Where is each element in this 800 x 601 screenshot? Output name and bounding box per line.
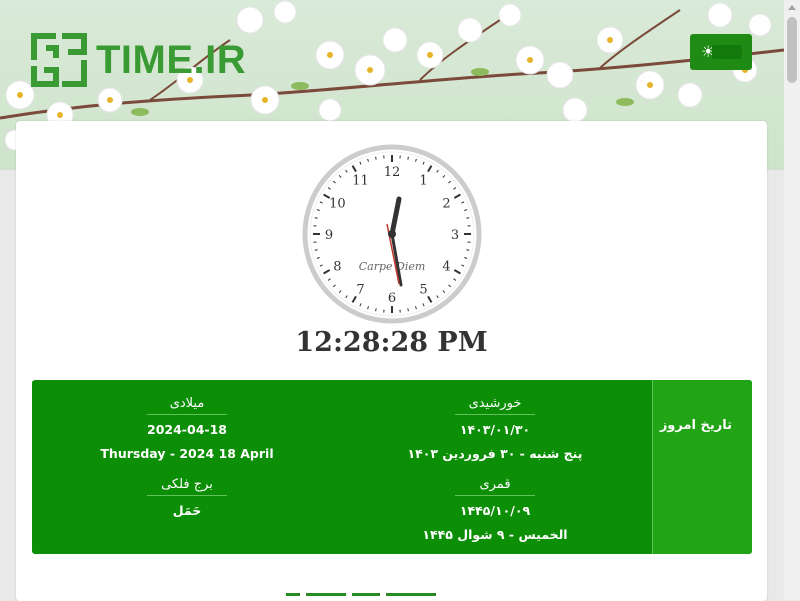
minute-tick [408,308,409,311]
gregorian-numeric: 2024-04-18 [87,422,287,437]
minute-tick [315,250,318,251]
clock-numeral: 11 [352,173,369,188]
clock-numeral: 2 [442,197,450,212]
shamsi-long: پنج شنبه - ۳۰ فروردین ۱۴۰۳ [400,446,590,461]
minute-tick [376,157,377,160]
shamsi-numeric: ۱۴۰۳/۰۱/۳۰ [400,422,590,437]
shamsi-date: خورشیدی ۱۴۰۳/۰۱/۳۰ پنج شنبه - ۳۰ فروردین… [400,392,590,461]
zodiac-title: برج فلکی [147,477,227,496]
gregorian-date: میلادی 2024-04-18 Thursday - 2024 18 Apr… [87,392,287,461]
zodiac-sign: برج فلکی حَمَل [87,473,287,518]
clock-numeral: 7 [356,283,364,298]
logo-text: TIME.IR [96,40,246,80]
today-date-panel: تاریخ امروز خورشیدی ۱۴۰۳/۰۱/۳۰ پنج شنبه … [32,380,752,554]
digital-time: 12:28:28 PM [16,327,767,358]
gregorian-title: میلادی [147,396,227,415]
clock-numeral: 5 [419,283,427,298]
qamari-numeric: ۱۴۴۵/۱۰/۰۹ [400,503,590,518]
minute-tick [466,250,469,251]
zodiac-value: حَمَل [87,503,287,518]
analog-clock: 12 12 3 45 6 78 9 10 11 Carpe Diem [302,144,482,324]
scroll-up-arrow-icon[interactable] [788,5,796,10]
clock-numeral: 9 [325,228,333,243]
minute-tick [466,218,469,219]
clock-numeral: 12 [384,165,401,180]
clock-numeral: 10 [329,197,346,212]
today-label: تاریخ امروز [660,418,732,433]
minute-tick [315,218,318,219]
shamsi-title: خورشیدی [455,396,535,415]
clock-numeral: 1 [419,173,427,188]
clock-motto: Carpe Diem [359,260,426,273]
scrollbar-thumb[interactable] [787,17,797,83]
logo-mark-icon [30,32,88,88]
minute-tick [408,157,409,160]
today-label-column: تاریخ امروز [652,380,752,554]
toggle-track [712,45,742,59]
site-logo[interactable]: TIME.IR [30,32,246,88]
clock-numeral: 4 [442,260,450,275]
qamari-date: قمری ۱۴۴۵/۱۰/۰۹ الخميس - ۹ شوال ۱۴۴۵ [400,473,590,542]
clock-numeral: 6 [388,291,396,306]
qamari-long: الخميس - ۹ شوال ۱۴۴۵ [400,527,590,542]
gregorian-long: Thursday - 2024 18 April [87,446,287,461]
clock-numeral: 8 [333,260,341,275]
theme-toggle-button[interactable]: ☀ [690,34,752,70]
qamari-title: قمری [455,477,535,496]
page-scrollbar[interactable] [784,0,800,600]
minute-tick [376,308,377,311]
clock-numeral: 3 [451,228,459,243]
main-card: 12 12 3 45 6 78 9 10 11 Carpe Diem 12:28:28 PM ت… [16,121,767,601]
